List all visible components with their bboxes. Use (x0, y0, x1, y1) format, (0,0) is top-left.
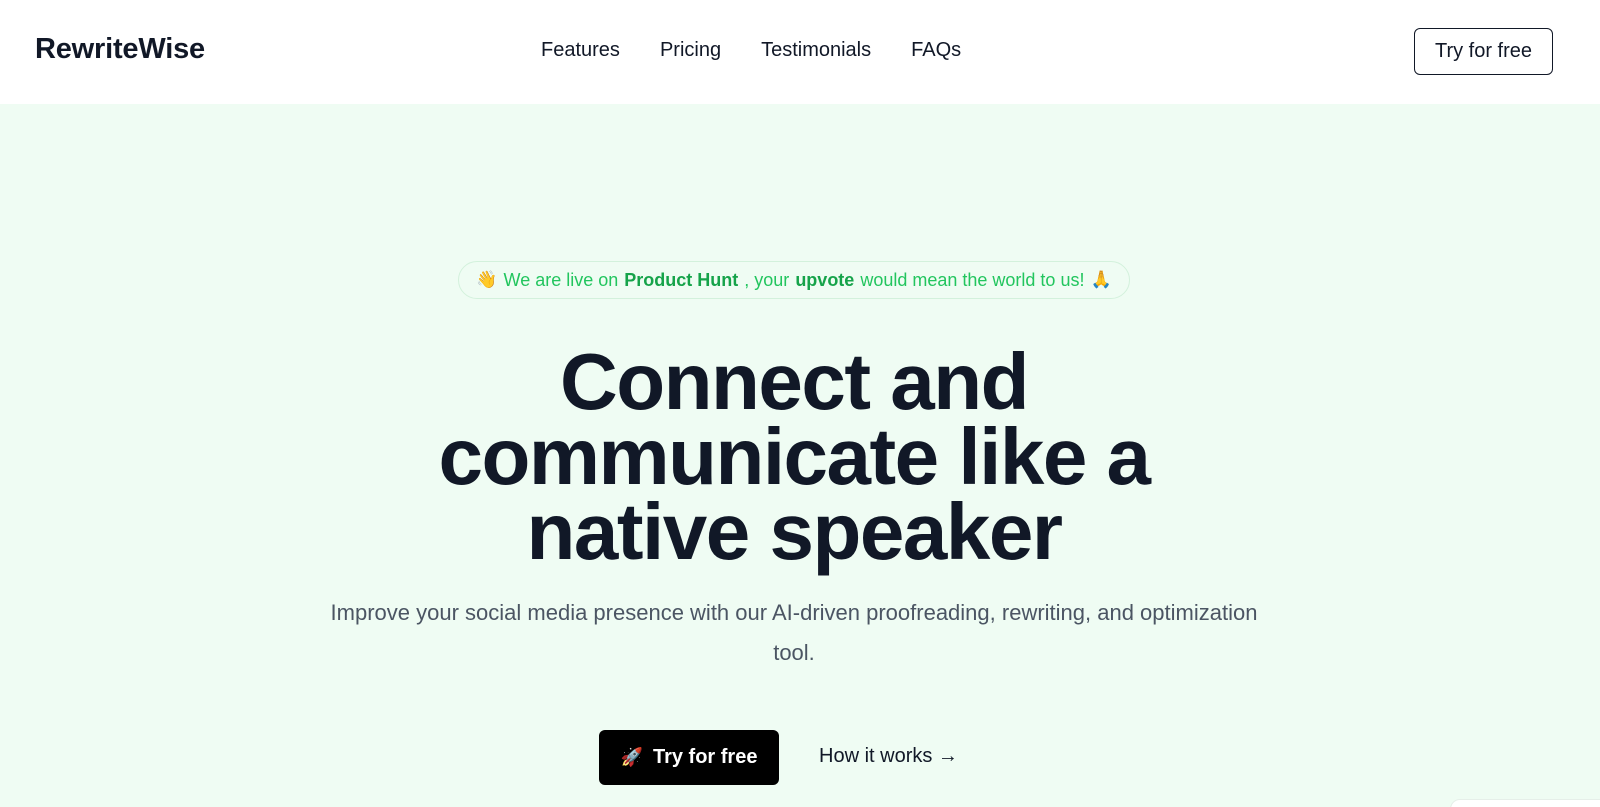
corner-widget (1450, 799, 1600, 807)
hero-cta-label: Try for free (652, 746, 758, 768)
nav-faqs[interactable]: FAQs (911, 39, 961, 62)
hero-subtext: Improve your social media presence with … (330, 600, 1258, 665)
rocket-icon: 🚀 (620, 747, 643, 767)
nav-features[interactable]: Features (541, 39, 620, 62)
banner-text-3: would mean the world to us! (860, 269, 1085, 290)
hero-section: 👋 We are live on Product Hunt, your upvo… (0, 104, 1600, 807)
wave-icon: 👋 (476, 270, 498, 289)
nav-testimonials[interactable]: Testimonials (761, 39, 871, 62)
nav-pricing[interactable]: Pricing (660, 39, 721, 62)
banner-upvote: upvote (795, 269, 855, 290)
banner-text-1: We are live on (503, 269, 619, 290)
banner-text-2: , your (744, 269, 790, 290)
banner-product-hunt: Product Hunt (624, 269, 739, 290)
main-nav: Features Pricing Testimonials FAQs (541, 39, 961, 62)
logo[interactable]: RewriteWise (35, 33, 205, 66)
pray-icon: 🙏 (1090, 270, 1112, 289)
hero-headline: Connect and communicate like a native sp… (438, 337, 1151, 576)
header-try-for-free-button[interactable]: Try for free (1414, 28, 1553, 75)
hero-try-for-free-button[interactable]: 🚀 Try for free (599, 730, 779, 785)
site-header: RewriteWise Features Pricing Testimonial… (0, 0, 1600, 104)
landing-page: RewriteWise Features Pricing Testimonial… (0, 0, 1600, 807)
how-it-works-link[interactable]: How it works → (819, 745, 958, 768)
product-hunt-banner[interactable]: 👋 We are live on Product Hunt, your upvo… (458, 261, 1130, 299)
